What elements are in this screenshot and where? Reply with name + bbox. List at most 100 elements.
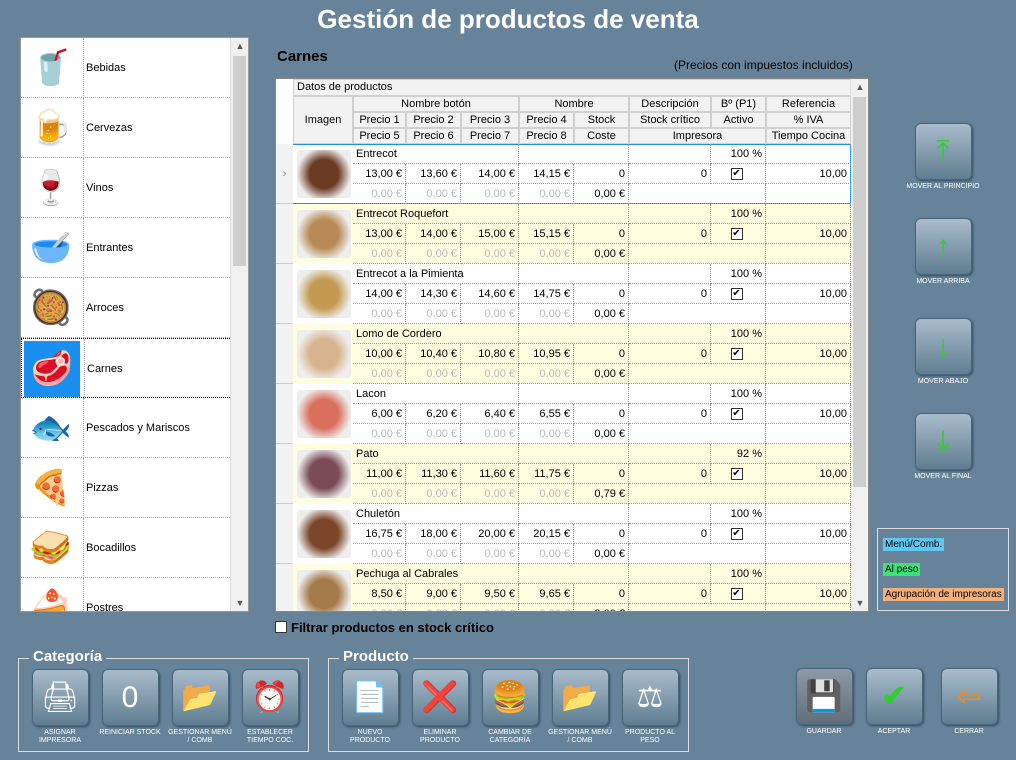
move-button-1[interactable]: ↑ MOVER ARRIBA — [903, 218, 983, 286]
accept-button[interactable]: ✔ ACEPTAR — [861, 668, 927, 736]
critical-stock-value[interactable]: 0 — [629, 404, 711, 424]
price-3[interactable]: 10,80 € — [461, 344, 519, 364]
description-field[interactable] — [629, 444, 711, 464]
price-2[interactable]: 18,00 € — [406, 524, 461, 544]
category-item-vinos[interactable]: 🍷 Vinos — [21, 158, 232, 218]
product-action-2[interactable]: 🍔 CAMBIAR DE CATEGORÍA — [477, 669, 543, 745]
product-name[interactable]: Entrecot Roquefort — [353, 204, 519, 224]
category-item-pescados-y-mariscos[interactable]: 🐟 Pescados y Mariscos — [21, 398, 232, 458]
filter-checkbox[interactable] — [275, 621, 287, 633]
margin-value[interactable]: 100 % — [711, 144, 766, 164]
price-5[interactable]: 0,00 € — [353, 304, 406, 324]
stock-value[interactable]: 0 — [574, 164, 629, 184]
description-field[interactable] — [629, 144, 711, 164]
price-5[interactable]: 0,00 € — [353, 364, 406, 384]
iva-value[interactable]: 10,00 — [766, 404, 851, 424]
active-checkbox-cell[interactable]: ✔ — [711, 524, 766, 544]
price-6[interactable]: 0,00 € — [406, 604, 461, 611]
row-header[interactable] — [276, 324, 293, 384]
table-row[interactable]: Lomo de Cordero 100 % 10,00 €10,40 €10,80 … — [276, 324, 851, 384]
row-header[interactable] — [276, 264, 293, 324]
kitchen-time-field[interactable] — [766, 544, 851, 564]
product-name[interactable]: Lomo de Cordero — [353, 324, 519, 344]
scroll-thumb[interactable] — [233, 56, 246, 266]
price-3[interactable]: 6,40 € — [461, 404, 519, 424]
price-8[interactable]: 0,00 € — [519, 604, 574, 611]
description-field[interactable] — [629, 204, 711, 224]
price-2[interactable]: 11,30 € — [406, 464, 461, 484]
category-item-pizzas[interactable]: 🍕 Pizzas — [21, 458, 232, 518]
price-4[interactable]: 9,65 € — [519, 584, 574, 604]
price-3[interactable]: 14,00 € — [461, 164, 519, 184]
stock-value[interactable]: 0 — [574, 344, 629, 364]
description-field[interactable] — [629, 264, 711, 284]
price-4[interactable]: 6,55 € — [519, 404, 574, 424]
price-5[interactable]: 0,00 € — [353, 184, 406, 204]
price-7[interactable]: 0,00 € — [461, 244, 519, 264]
price-4[interactable]: 15,15 € — [519, 224, 574, 244]
row-header[interactable] — [276, 564, 293, 611]
iva-value[interactable]: 10,00 — [766, 284, 851, 304]
margin-value[interactable]: 100 % — [711, 324, 766, 344]
active-checkbox[interactable]: ✔ — [730, 288, 743, 301]
product-name-field[interactable] — [519, 504, 629, 524]
kitchen-time-field[interactable] — [766, 184, 851, 204]
active-checkbox[interactable]: ✔ — [730, 228, 743, 241]
table-row[interactable]: Entrecot Roquefort 100 % 13,00 €14,00 €15,… — [276, 204, 851, 264]
price-2[interactable]: 6,20 € — [406, 404, 461, 424]
category-action-2[interactable]: 📂 GESTIONAR MENÚ / COMB — [167, 669, 233, 745]
active-checkbox-cell[interactable]: ✔ — [711, 284, 766, 304]
price-7[interactable]: 0,00 € — [461, 544, 519, 564]
category-item-bebidas[interactable]: 🥤 Bebidas — [21, 38, 232, 98]
price-5[interactable]: 0,00 € — [353, 244, 406, 264]
kitchen-time-field[interactable] — [766, 424, 851, 444]
category-list[interactable]: 🍰 Postres 🥪 Bocadillos 🍕 Pizzas 🐟 Pescados y Ma… — [20, 37, 249, 612]
kitchen-time-field[interactable] — [766, 304, 851, 324]
stock-value[interactable]: 0 — [574, 584, 629, 604]
products-grid[interactable]: Datos de productos Imagen ▲ ▼ Nombre bot… — [275, 78, 869, 612]
price-2[interactable]: 14,30 € — [406, 284, 461, 304]
printer-field[interactable] — [629, 604, 766, 611]
price-2[interactable]: 10,40 € — [406, 344, 461, 364]
price-6[interactable]: 0,00 € — [406, 364, 461, 384]
cost-value[interactable]: 0,00 € — [574, 304, 629, 324]
iva-value[interactable]: 10,00 — [766, 464, 851, 484]
product-name[interactable]: Chuletón — [353, 504, 519, 524]
price-1[interactable]: 10,00 € — [353, 344, 406, 364]
category-action-0[interactable]: 🖨 ASIGNAR IMPRESORA — [27, 669, 93, 745]
product-name-field[interactable] — [519, 204, 629, 224]
critical-stock-value[interactable]: 0 — [629, 584, 711, 604]
reference-field[interactable] — [766, 384, 851, 404]
active-checkbox[interactable]: ✔ — [730, 408, 743, 421]
price-1[interactable]: 13,00 € — [353, 224, 406, 244]
category-action-1[interactable]: 0 REINICIAR STOCK — [97, 669, 163, 737]
row-header[interactable] — [276, 384, 293, 444]
price-4[interactable]: 10,95 € — [519, 344, 574, 364]
move-button-0[interactable]: ⤒ MOVER AL PRINCIPIO — [903, 123, 983, 191]
reference-field[interactable] — [766, 444, 851, 464]
price-5[interactable]: 0,00 € — [353, 484, 406, 504]
kitchen-time-field[interactable] — [766, 244, 851, 264]
product-action-0[interactable]: 📄 NUEVO PRODUCTO — [337, 669, 403, 745]
price-8[interactable]: 0,00 € — [519, 484, 574, 504]
margin-value[interactable]: 92 % — [711, 444, 766, 464]
critical-stock-value[interactable]: 0 — [629, 164, 711, 184]
price-1[interactable]: 13,00 € — [353, 164, 406, 184]
product-name[interactable]: Pato — [353, 444, 519, 464]
active-checkbox-cell[interactable]: ✔ — [711, 584, 766, 604]
reference-field[interactable] — [766, 264, 851, 284]
price-3[interactable]: 9,50 € — [461, 584, 519, 604]
price-2[interactable]: 13,60 € — [406, 164, 461, 184]
reference-field[interactable] — [766, 324, 851, 344]
price-6[interactable]: 0,00 € — [406, 424, 461, 444]
margin-value[interactable]: 100 % — [711, 564, 766, 584]
price-2[interactable]: 14,00 € — [406, 224, 461, 244]
active-checkbox[interactable]: ✔ — [730, 468, 743, 481]
kitchen-time-field[interactable] — [766, 604, 851, 611]
price-6[interactable]: 0,00 € — [406, 544, 461, 564]
cost-value[interactable]: 0,00 € — [574, 604, 629, 611]
scroll-down-icon[interactable]: ▼ — [851, 595, 868, 611]
iva-value[interactable]: 10,00 — [766, 344, 851, 364]
category-item-entrantes[interactable]: 🥣 Entrantes — [21, 218, 232, 278]
move-button-3[interactable]: ⤓ MOVER AL FINAL — [903, 413, 983, 481]
